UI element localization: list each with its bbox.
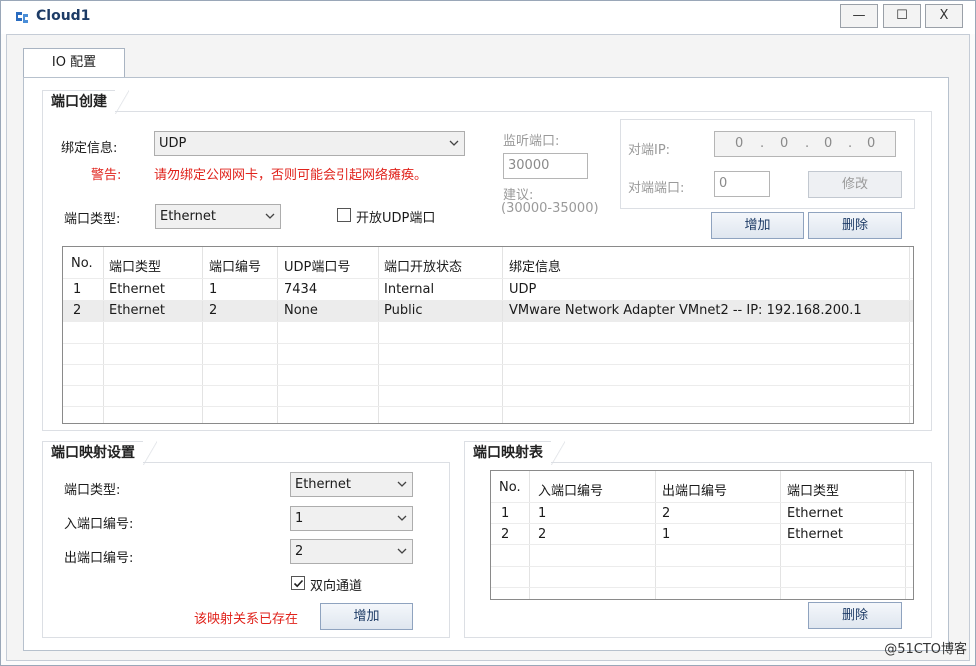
tab-io-config[interactable]: IO 配置 [23, 48, 125, 78]
cloud-config-window: Cloud1 — ☐ X IO 配置 端口创建 绑定信息: UDP 警告: 请勿… [0, 0, 976, 666]
table-cell[interactable]: 2 [501, 527, 509, 542]
peer-port-value: 0 [719, 176, 728, 191]
peer-ip-input[interactable]: 0 . 0 . 0 . 0 [714, 131, 896, 157]
table-cell[interactable]: 1 [501, 506, 509, 521]
chevron-down-icon [265, 213, 275, 219]
table-cell[interactable]: 2 [538, 527, 546, 542]
add-mapping-button[interactable]: 增加 [320, 603, 413, 630]
listen-port-input[interactable]: 30000 [503, 153, 588, 179]
column-header-udp-port[interactable]: UDP端口号 [284, 256, 350, 275]
table-cell[interactable]: 7434 [284, 282, 317, 297]
peer-port-input[interactable]: 0 [714, 171, 770, 197]
minimize-button[interactable]: — [840, 4, 878, 28]
map-port-type-select[interactable]: Ethernet [290, 472, 413, 497]
in-port-value: 1 [295, 511, 304, 526]
bind-info-label: 绑定信息: [61, 141, 118, 156]
tab-label: IO 配置 [51, 55, 97, 70]
column-header-port-number[interactable]: 端口编号 [209, 256, 261, 275]
port-type-select[interactable]: Ethernet [155, 204, 281, 229]
chevron-down-icon [397, 548, 407, 554]
table-cell[interactable]: Ethernet [787, 506, 843, 521]
listen-port-label: 监听端口: [503, 134, 560, 149]
table-cell[interactable]: UDP [509, 282, 536, 297]
warning-text: 请勿绑定公网网卡，否则可能会引起网络瘫痪。 [154, 168, 428, 183]
bidirectional-checkbox[interactable] [291, 576, 305, 590]
mapping-settings-legend: 端口映射设置 [42, 441, 157, 465]
column-header-port-type[interactable]: 端口类型 [109, 256, 161, 275]
warning-label: 警告: [91, 168, 122, 183]
map-port-type-value: Ethernet [295, 477, 351, 492]
peer-ip-dot: . [848, 136, 853, 151]
column-header-open-status[interactable]: 端口开放状态 [384, 256, 462, 275]
table-cell[interactable]: Ethernet [109, 303, 165, 318]
mapping-table: No. 入端口编号 出端口编号 端口类型 1 1 2 Ethernet 2 2 … [490, 470, 914, 600]
table-cell[interactable]: 1 [73, 282, 81, 297]
port-table: No. 端口类型 端口编号 UDP端口号 端口开放状态 绑定信息 1 Ether… [62, 246, 914, 424]
port-create-legend: 端口创建 [42, 90, 129, 114]
table-cell[interactable]: VMware Network Adapter VMnet2 -- IP: 192… [509, 303, 862, 318]
column-header-bind-info[interactable]: 绑定信息 [509, 256, 561, 275]
close-button[interactable]: X [925, 4, 963, 28]
in-port-select[interactable]: 1 [290, 506, 413, 531]
peer-ip-octet-4: 0 [867, 136, 876, 151]
mapping-table-legend: 端口映射表 [464, 441, 565, 465]
out-port-label: 出端口编号: [64, 551, 134, 566]
close-icon: X [939, 8, 949, 23]
table-cell[interactable]: 2 [73, 303, 81, 318]
mapping-exists-warning: 该映射关系已存在 [194, 612, 299, 627]
maximize-button[interactable]: ☐ [883, 4, 921, 28]
table-cell[interactable]: 2 [209, 303, 217, 318]
cloud-app-icon [16, 12, 28, 23]
column-header-no[interactable]: No. [499, 480, 521, 495]
peer-ip-octet-3: 0 [824, 136, 833, 151]
table-cell[interactable]: None [284, 303, 318, 318]
suggest-range: (30000-35000) [501, 201, 599, 216]
delete-mapping-button[interactable]: 删除 [808, 602, 902, 629]
delete-port-button[interactable]: 删除 [808, 212, 902, 239]
watermark: @51CTO博客 [884, 642, 967, 657]
chevron-down-icon [449, 140, 459, 146]
bind-info-select[interactable]: UDP [154, 131, 465, 156]
bind-info-value: UDP [159, 136, 187, 151]
listen-port-value: 30000 [508, 158, 550, 173]
peer-ip-octet-2: 0 [780, 136, 789, 151]
peer-ip-dot: . [805, 136, 810, 151]
port-type-label: 端口类型: [64, 212, 121, 227]
chevron-down-icon [397, 481, 407, 487]
column-header-port-type[interactable]: 端口类型 [787, 480, 839, 499]
open-udp-label: 开放UDP端口 [356, 211, 436, 226]
table-cell[interactable]: 1 [662, 527, 670, 542]
table-cell[interactable]: Ethernet [787, 527, 843, 542]
open-udp-checkbox[interactable] [337, 208, 351, 222]
chevron-down-icon [397, 515, 407, 521]
table-cell[interactable]: Internal [384, 282, 434, 297]
bidirectional-label: 双向通道 [310, 579, 363, 594]
maximize-icon: ☐ [896, 8, 908, 23]
minimize-icon: — [852, 8, 866, 23]
table-cell[interactable]: Public [384, 303, 422, 318]
table-cell[interactable]: Ethernet [109, 282, 165, 297]
add-port-button[interactable]: 增加 [711, 212, 804, 239]
title-bar[interactable]: Cloud1 — ☐ X [1, 1, 975, 34]
peer-ip-label: 对端IP: [628, 143, 671, 158]
column-header-out-port[interactable]: 出端口编号 [662, 480, 727, 499]
map-port-type-label: 端口类型: [64, 483, 121, 498]
in-port-label: 入端口编号: [64, 517, 134, 532]
port-type-value: Ethernet [160, 209, 216, 224]
table-cell[interactable]: 1 [538, 506, 546, 521]
peer-ip-octet-1: 0 [735, 136, 744, 151]
peer-ip-dot: . [760, 136, 765, 151]
table-cell[interactable]: 1 [209, 282, 217, 297]
peer-port-label: 对端端口: [628, 181, 685, 196]
checkmark-icon [293, 579, 304, 588]
column-header-in-port[interactable]: 入端口编号 [538, 480, 603, 499]
modify-button[interactable]: 修改 [808, 171, 902, 198]
table-cell[interactable]: 2 [662, 506, 670, 521]
window-title: Cloud1 [36, 8, 91, 24]
column-header-no[interactable]: No. [71, 256, 93, 271]
out-port-value: 2 [295, 544, 304, 559]
out-port-select[interactable]: 2 [290, 539, 413, 564]
